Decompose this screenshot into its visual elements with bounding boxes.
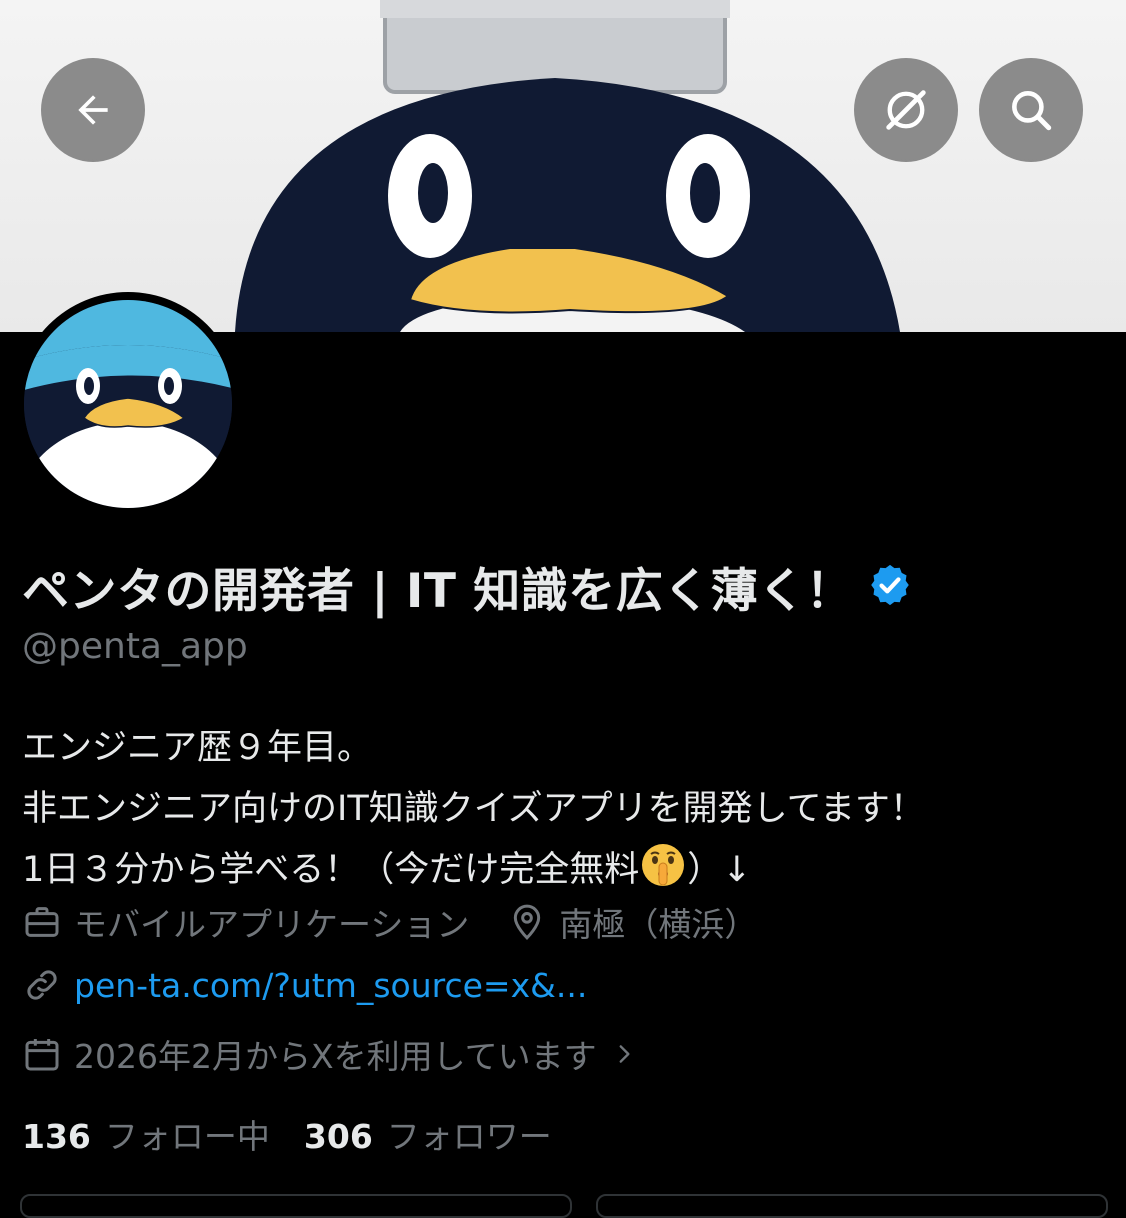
profile-joined-row[interactable]: 2026年2月からXを利用しています <box>22 1030 637 1078</box>
briefcase-icon <box>25 907 59 937</box>
following-link[interactable]: 136 フォロー中 <box>22 1110 270 1158</box>
link-icon <box>27 970 57 1000</box>
grok-button[interactable] <box>854 58 958 162</box>
location-pin-icon <box>514 904 541 940</box>
profile-category-location-row: モバイルアプリケーション 南極（横浜） <box>22 898 757 946</box>
display-name: ペンタの開発者 | IT 知識を広く薄く！ <box>22 564 854 619</box>
bio-line: 1日３分から学べる！（今だけ完全無料 ）↓ <box>22 840 1102 901</box>
profile-handle: @penta_app <box>22 626 248 667</box>
bio-line-text: ）↓ <box>687 850 752 890</box>
search-button[interactable] <box>979 58 1083 162</box>
bio-line: 非エンジニア向けのIT知識クイズアプリを開発してます！ <box>22 789 925 829</box>
banner-penguin-illustration <box>235 0 900 332</box>
avatar-image <box>24 300 232 508</box>
profile-banner <box>0 0 1126 332</box>
following-count: 136 <box>22 1117 91 1156</box>
search-icon <box>1012 91 1052 131</box>
back-button[interactable] <box>41 58 145 162</box>
profile-stats: 136 フォロー中 306 フォロワー <box>22 1110 552 1158</box>
bio-line: エンジニア歴９年目。 <box>22 728 373 768</box>
chef-hat-top <box>380 0 730 18</box>
calendar-icon <box>25 1039 59 1071</box>
following-label: フォロー中 <box>104 1117 270 1156</box>
profile-action-button-right[interactable] <box>596 1194 1108 1218</box>
shushing-face-emoji <box>639 841 687 889</box>
followers-label: フォロワー <box>386 1117 552 1156</box>
profile-action-button-left[interactable] <box>20 1194 572 1218</box>
profile-bio: エンジニア歴９年目。 非エンジニア向けのIT知識クイズアプリを開発してます！ 1… <box>22 718 1102 901</box>
grok-icon <box>886 90 926 130</box>
arrow-left-icon <box>78 95 108 125</box>
verified-badge-icon[interactable] <box>867 562 913 612</box>
profile-category: モバイルアプリケーション <box>74 905 470 944</box>
followers-count: 306 <box>303 1117 373 1156</box>
profile-name-row: ペンタの開発者 | IT 知識を広く薄く！ <box>22 552 913 621</box>
profile-joined-date: 2026年2月からXを利用しています <box>74 1037 597 1076</box>
chevron-right-icon <box>619 1045 630 1063</box>
bio-line-text: 1日３分から学べる！（今だけ完全無料 <box>22 850 640 890</box>
profile-location: 南極（横浜） <box>559 905 758 944</box>
profile-website-row[interactable]: pen-ta.com/?utm_source=x&... <box>22 965 587 1005</box>
followers-link[interactable]: 306 フォロワー <box>304 1110 552 1158</box>
profile-website-link[interactable]: pen-ta.com/?utm_source=x&... <box>74 966 587 1005</box>
profile-avatar[interactable] <box>16 292 240 516</box>
